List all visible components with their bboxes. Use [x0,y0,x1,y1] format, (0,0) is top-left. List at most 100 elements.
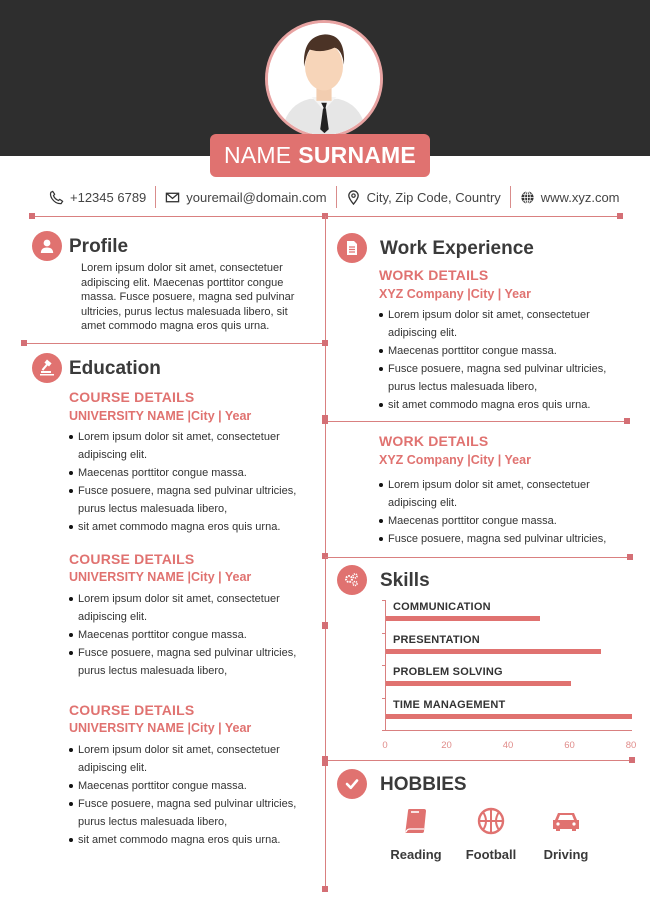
list-item: Maecenas porttitor congue massa. [68,464,308,482]
course-title: COURSE DETAILS [69,551,195,567]
address-text: City, Zip Code, Country [366,189,501,205]
website-text: www.xyz.com [540,189,620,205]
skills-chart: COMMUNICATION PRESENTATION PROBLEM SOLVING… [382,598,636,751]
contact-bar: +12345 6789 youremail@domain.com City, Z… [40,185,629,209]
education-section-icon [32,353,62,383]
hobbies-title: HOBBIES [380,774,467,795]
divider-node [322,553,328,559]
list-item: Fusce posuere, magna sed pulvinar ultric… [68,795,308,831]
list-item: Lorem ipsum dolor sit amet, consectetuer… [68,590,308,626]
university-line: UNIVERSITY NAME |City | Year [69,570,252,584]
work-role: WORK DETAILS [379,433,489,449]
skill-bar [386,648,602,654]
work-bullets: Lorem ipsum dolor sit amet, consectetuer… [378,306,623,414]
x-axis-tick-label: 40 [502,740,514,751]
hobby-driving: Driving [526,805,606,862]
skill-label: TIME MANAGEMENT [393,698,506,711]
skill-bar [386,713,632,719]
skill-label: COMMUNICATION [393,601,491,613]
contact-email[interactable]: youremail@domain.com [156,185,335,209]
education-bullets: Lorem ipsum dolor sit amet, consectetuer… [68,590,308,680]
list-item: Maecenas porttitor congue massa. [68,777,308,795]
y-axis-tick [382,600,386,601]
skills-divider [325,557,630,558]
car-icon [553,813,579,831]
contact-phone[interactable]: +12345 6789 [40,185,155,209]
list-item: Fusce posuere, magna sed pulvinar ultric… [378,530,623,548]
list-item: sit amet commodo magna eros quis urna. [68,518,308,536]
hobbies-divider [325,760,632,761]
hobby-label: Football [465,847,517,862]
list-item: Fusce posuere, magna sed pulvinar ultric… [68,644,308,680]
skill-label: PROBLEM SOLVING [393,666,503,678]
divider-node [21,340,27,346]
divider-node [322,623,328,629]
phone-text: +12345 6789 [70,189,147,205]
skill-bar [386,616,540,621]
divider-node [624,418,630,424]
work-role: WORK DETAILS [379,267,489,283]
education-bullets: Lorem ipsum dolor sit amet, consectetuer… [68,741,308,849]
work-section-icon [337,233,367,263]
list-item: Lorem ipsum dolor sit amet, consectetuer… [378,476,623,512]
company-line: XYZ Company |City | Year [379,287,531,301]
contact-website[interactable]: www.xyz.com [511,185,629,209]
work-title: Work Experience [380,238,534,259]
phone-icon [49,190,64,204]
x-axis-tick-label: 60 [564,740,575,751]
divider-node [629,757,635,763]
profile-title: Profile [69,236,129,257]
hobbies-section-icon [337,769,367,799]
document-icon [347,241,357,255]
list-item: Maecenas porttitor congue massa. [378,342,623,360]
list-item: Fusce posuere, magna sed pulvinar ultric… [378,360,623,396]
last-name: SURNAME [298,142,416,168]
y-axis-tick [382,632,386,634]
divider-node [617,213,623,219]
education-bullets: Lorem ipsum dolor sit amet, consectetuer… [68,428,308,536]
ball-icon [477,807,505,835]
book-icon [405,809,426,833]
course-title: COURSE DETAILS [69,702,195,718]
list-item: sit amet commodo magna eros quis urna. [378,396,623,414]
email-icon [166,192,180,202]
skills-title: Skills [380,570,430,591]
first-name: NAME [224,142,292,168]
divider-node [322,340,328,346]
y-axis-tick [382,665,386,666]
profile-photo [265,20,383,138]
profile-section-icon [32,231,62,261]
divider-node [627,554,633,560]
email-text: youremail@domain.com [186,189,327,205]
skill-label: PRESENTATION [393,633,480,646]
gears-icon [345,573,358,587]
company-line: XYZ Company |City | Year [379,453,531,467]
checkmark-icon [345,779,359,790]
user-icon [40,239,54,253]
x-axis-tick-label: 0 [382,740,388,751]
hobby-reading: Reading [376,805,456,862]
person-avatar-icon [268,23,380,135]
divider-node [322,418,328,424]
list-item: Lorem ipsum dolor sit amet, consectetuer… [68,428,308,464]
skills-section-icon [337,565,367,595]
contact-address[interactable]: City, Zip Code, Country [337,185,510,209]
location-pin-icon [347,189,359,205]
hobby-football: Football [451,805,531,862]
hobby-label: Reading [390,847,442,862]
list-item: Fusce posuere, magna sed pulvinar ultric… [68,482,308,518]
list-item: Maecenas porttitor congue massa. [378,512,623,530]
profile-text: Lorem ipsum dolor sit amet, consectetuer… [81,262,295,332]
education-title: Education [69,358,161,379]
university-line: UNIVERSITY NAME |City | Year [69,721,252,735]
work-bullets: Lorem ipsum dolor sit amet, consectetuer… [378,476,623,548]
list-item: Lorem ipsum dolor sit amet, consectetuer… [378,306,623,342]
x-axis [385,730,632,731]
divider-node [29,213,35,219]
y-axis-tick [382,697,386,699]
course-title: COURSE DETAILS [69,389,195,405]
globe-icon [521,190,534,204]
gavel-icon [40,359,54,376]
x-axis-tick-label: 20 [441,740,452,751]
skill-bar [386,681,571,686]
